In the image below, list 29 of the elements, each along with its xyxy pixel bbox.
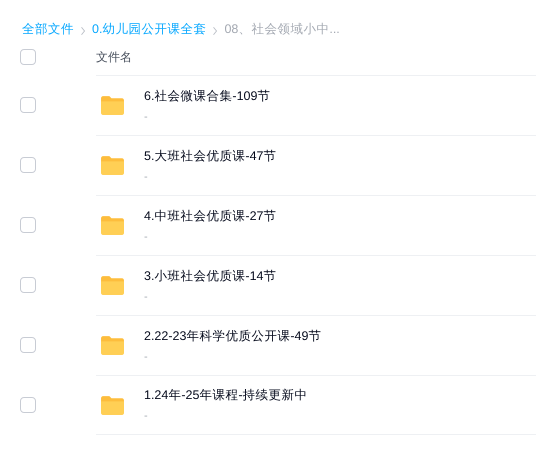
file-detail: -: [144, 170, 149, 184]
chevron-icon: [80, 26, 86, 36]
file-name[interactable]: 4.中班社会优质课-27节: [144, 206, 276, 224]
column-header: 文件名: [96, 48, 132, 66]
file-detail: -: [144, 409, 149, 424]
file-detail: -: [144, 230, 149, 244]
file-name[interactable]: 3.小班社会优质课-14节: [144, 266, 276, 284]
checkbox[interactable]: [20, 337, 36, 353]
checkbox[interactable]: [20, 48, 36, 64]
file-name[interactable]: 5.大班社会优质课-47节: [144, 146, 276, 164]
checkbox[interactable]: [20, 97, 36, 113]
file-detail: -: [144, 290, 149, 304]
file-name[interactable]: 6.社会微课合集-109节: [144, 86, 270, 104]
chevron-icon: [212, 26, 218, 36]
checkbox[interactable]: [20, 397, 36, 413]
file-detail: -: [144, 110, 149, 124]
folder-icon: [100, 95, 125, 116]
folder-icon: [100, 155, 125, 176]
folder-icon: [100, 275, 125, 296]
file-name[interactable]: 1.24年-25年课程-持续更新中: [144, 386, 308, 404]
checkbox[interactable]: [20, 157, 36, 173]
folder-icon: [100, 394, 125, 416]
checkbox[interactable]: [20, 217, 36, 233]
checkbox[interactable]: [20, 277, 36, 293]
folder-icon: [100, 215, 125, 236]
file-detail: -: [144, 350, 149, 364]
folder-icon: [100, 335, 125, 356]
file-name[interactable]: 2.22-23年科学优质公开课-49节: [144, 326, 322, 344]
breadcrumb-current: 08、社会领域小中...: [224, 20, 340, 38]
